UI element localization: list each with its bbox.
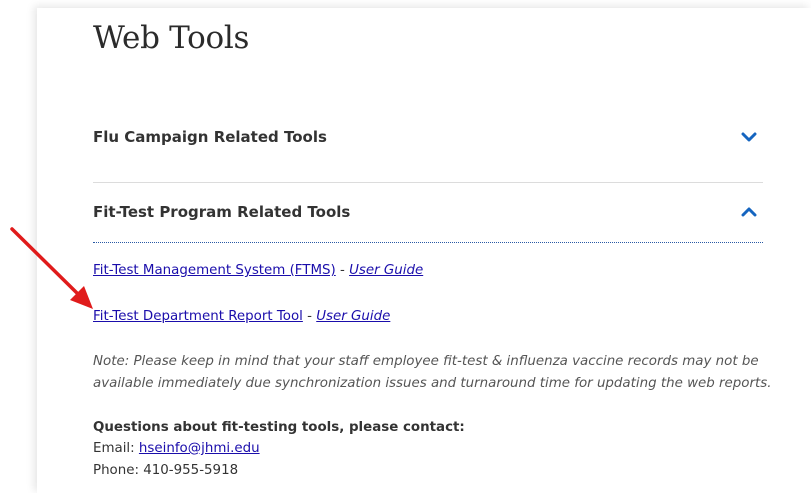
accordion-divider — [93, 182, 763, 183]
dept-report-tool-link[interactable]: Fit-Test Department Report Tool — [93, 309, 303, 324]
sync-note: Note: Please keep in mind that your staf… — [93, 354, 772, 391]
phone-label: Phone: — [93, 463, 144, 478]
dept-report-user-guide-link[interactable]: User Guide — [316, 309, 390, 324]
chevron-down-icon[interactable] — [741, 130, 757, 144]
ftms-link[interactable]: Fit-Test Management System (FTMS) — [93, 263, 336, 278]
ftms-link-row: Fit-Test Management System (FTMS) - User… — [93, 263, 423, 278]
contact-email-row: Email: hseinfo@jhmi.edu — [93, 441, 260, 456]
contact-phone-row: Phone: 410-955-5918 — [93, 463, 238, 478]
email-link[interactable]: hseinfo@jhmi.edu — [139, 441, 260, 456]
dept-report-link-row: Fit-Test Department Report Tool - User G… — [93, 309, 390, 324]
accordion-title: Fit-Test Program Related Tools — [93, 203, 351, 221]
email-label: Email: — [93, 441, 139, 456]
accordion-panel-divider — [93, 242, 763, 243]
contact-heading: Questions about fit-testing tools, pleas… — [93, 420, 465, 435]
accordion-flu-campaign[interactable]: Flu Campaign Related Tools — [93, 118, 763, 158]
accordion-fit-test[interactable]: Fit-Test Program Related Tools — [93, 193, 763, 233]
link-separator: - — [302, 309, 317, 324]
accordion-title: Flu Campaign Related Tools — [93, 128, 327, 146]
page-title: Web Tools — [93, 20, 250, 56]
ftms-user-guide-link[interactable]: User Guide — [349, 263, 423, 278]
phone-number: 410-955-5918 — [143, 463, 239, 478]
chevron-up-icon[interactable] — [741, 205, 757, 219]
link-separator: - — [335, 263, 350, 278]
